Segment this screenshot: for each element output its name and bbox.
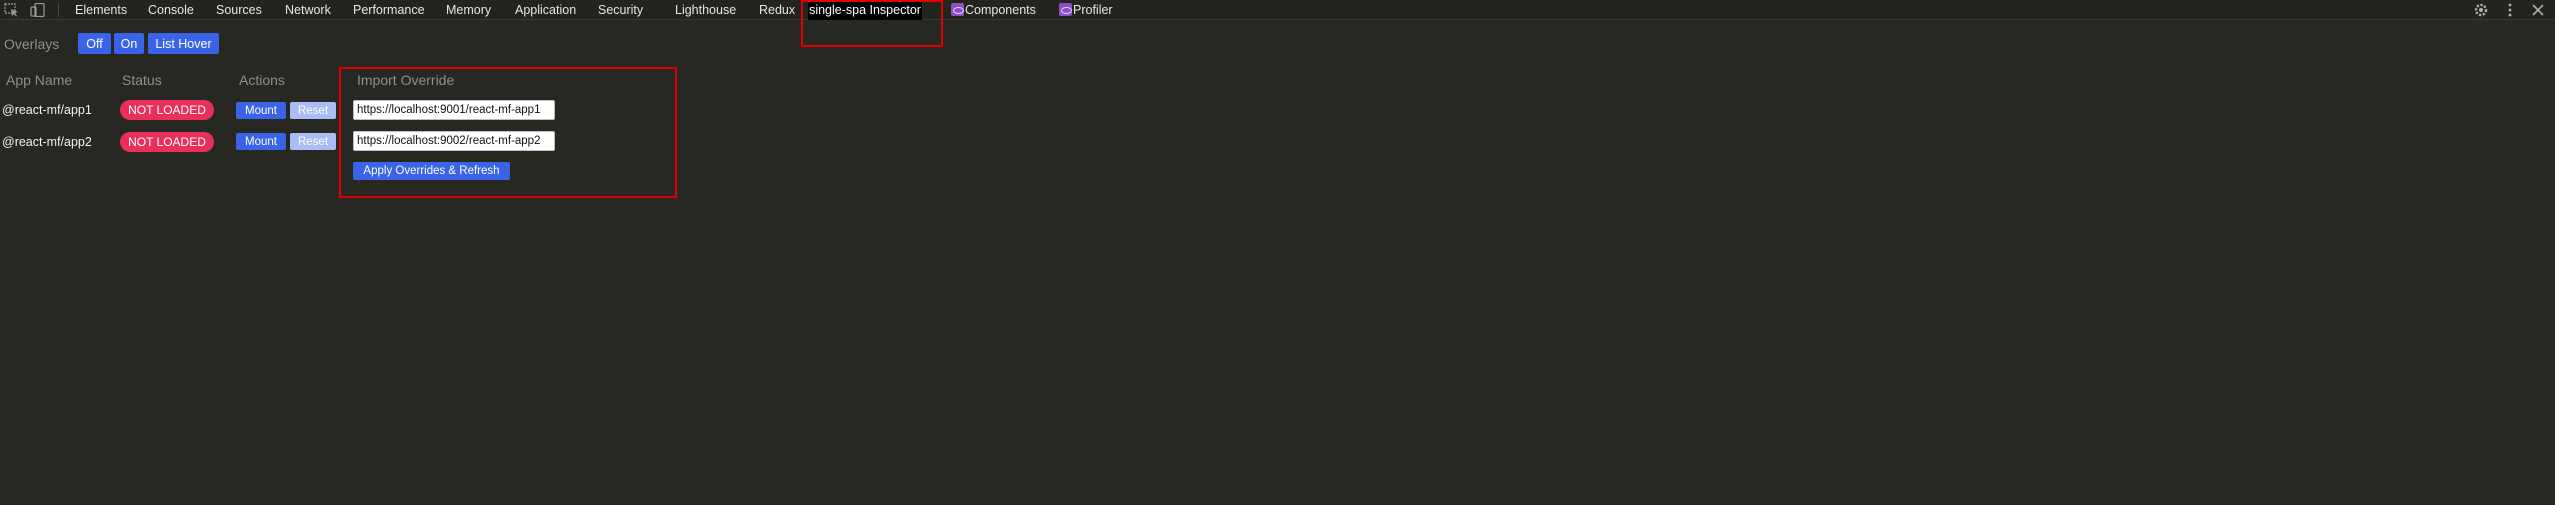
tab-memory[interactable]: Memory: [444, 0, 493, 20]
tab-performance[interactable]: Performance: [351, 0, 427, 20]
react-profiler-icon: [1059, 3, 1072, 16]
reset-button[interactable]: Reset: [290, 133, 336, 150]
toolbar-divider: [58, 3, 59, 17]
kebab-menu-icon[interactable]: [2502, 2, 2518, 18]
column-header-import-override: Import Override: [357, 72, 455, 88]
devtools-tab-bar: Elements Console Sources Network Perform…: [0, 0, 2555, 20]
tab-profiler-label: Profiler: [1073, 3, 1113, 17]
apply-overrides-button[interactable]: Apply Overrides & Refresh: [353, 162, 510, 180]
device-toolbar-icon[interactable]: [30, 3, 46, 17]
tab-network[interactable]: Network: [283, 0, 333, 20]
tab-components-label: Components: [965, 3, 1036, 17]
overlays-on-button[interactable]: On: [114, 33, 144, 54]
overlays-label: Overlays: [4, 36, 60, 52]
app-name: @react-mf/app2: [2, 135, 92, 149]
column-header-app-name: App Name: [6, 72, 73, 88]
status-badge: NOT LOADED: [120, 100, 214, 120]
gear-icon[interactable]: [2473, 2, 2489, 18]
import-override-input[interactable]: [353, 100, 555, 120]
tab-application[interactable]: Application: [513, 0, 578, 20]
overlays-list-hover-button[interactable]: List Hover: [148, 33, 219, 54]
inspect-element-icon[interactable]: [4, 3, 20, 17]
react-components-icon: [951, 3, 964, 16]
column-header-actions: Actions: [239, 72, 285, 88]
tab-components[interactable]: Components: [949, 0, 1038, 20]
tab-sources[interactable]: Sources: [214, 0, 264, 20]
reset-button[interactable]: Reset: [290, 102, 336, 119]
overlays-off-button[interactable]: Off: [78, 33, 111, 54]
mount-button[interactable]: Mount: [236, 133, 286, 150]
tab-console[interactable]: Console: [146, 0, 196, 20]
status-badge: NOT LOADED: [120, 132, 214, 152]
tab-profiler[interactable]: Profiler: [1057, 0, 1115, 20]
tab-lighthouse[interactable]: Lighthouse: [673, 0, 738, 20]
app-name: @react-mf/app1: [2, 103, 92, 117]
mount-button[interactable]: Mount: [236, 102, 286, 119]
close-icon[interactable]: [2530, 2, 2546, 18]
tab-elements[interactable]: Elements: [73, 0, 129, 20]
tab-single-spa-inspector[interactable]: single-spa Inspector: [808, 0, 922, 20]
tab-redux[interactable]: Redux: [757, 0, 797, 20]
column-header-status: Status: [122, 72, 162, 88]
import-override-input[interactable]: [353, 131, 555, 151]
tab-security[interactable]: Security: [596, 0, 645, 20]
